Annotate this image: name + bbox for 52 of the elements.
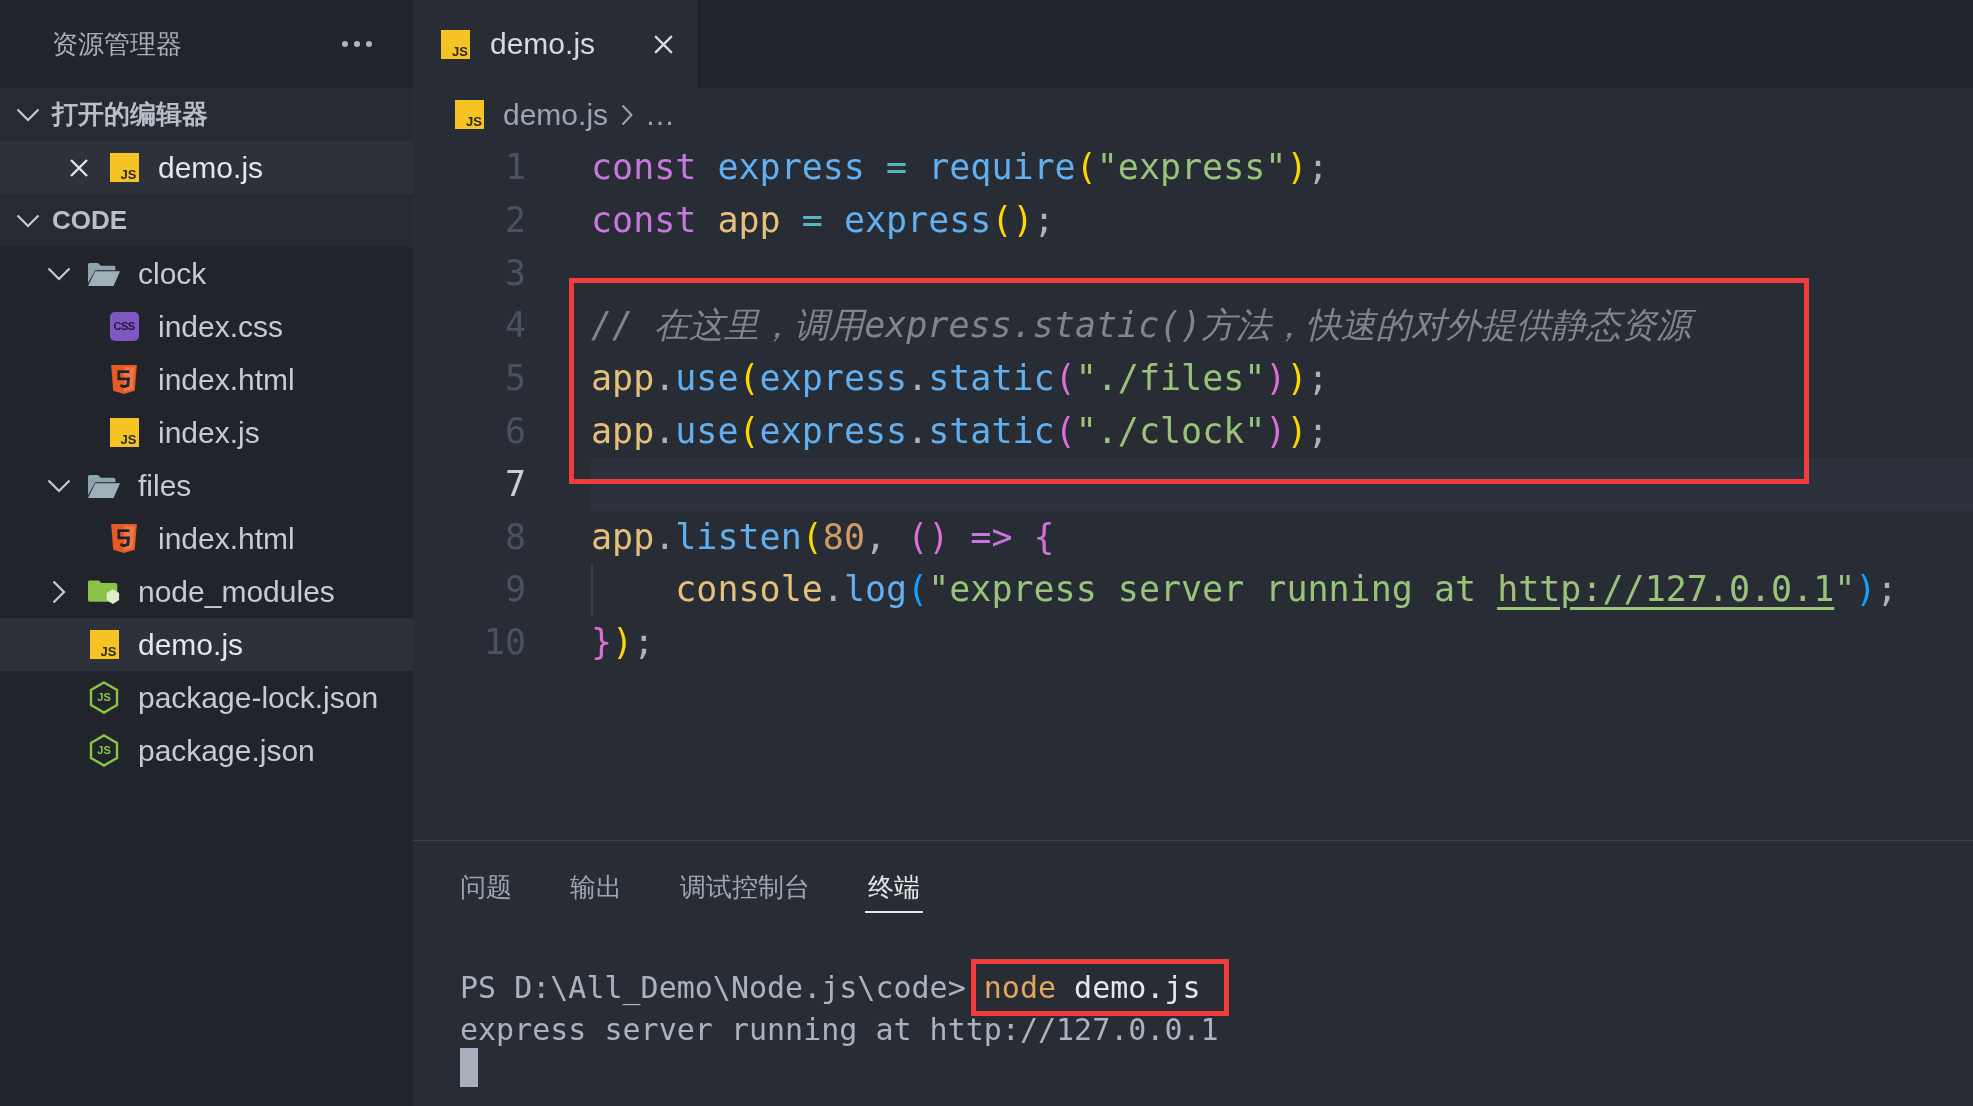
editor-tab[interactable]: JS demo.js (413, 0, 700, 88)
js-file-icon: JS (109, 418, 139, 447)
js-file-icon: JS (441, 29, 470, 59)
code-line: // 在这里，调用express.static()方法，快速的对外提供静态资源 (591, 299, 1700, 353)
close-icon[interactable] (653, 33, 675, 55)
js-file-icon: JS (455, 100, 484, 129)
code-line: app.use(express.static("./clock")); (591, 410, 1330, 453)
section-header[interactable]: 打开的编辑器 (0, 88, 413, 141)
close-icon[interactable] (69, 157, 89, 178)
file-tree-item[interactable]: index.html (0, 353, 413, 406)
breadcrumb-item[interactable]: JS demo.js (455, 97, 609, 132)
terminal-prompt: PS D:\All_Demo\Node.js\code> (460, 969, 966, 1008)
code-line: const app = express(); (591, 198, 1056, 242)
panel-tab[interactable]: 问题 (457, 841, 515, 913)
file-tree-item[interactable]: JS package.json (0, 724, 413, 777)
panel-tab[interactable]: 输出 (567, 841, 625, 913)
html-file-icon (111, 524, 137, 553)
code-line: app.listen(80, () => { (591, 515, 1056, 559)
sidebar-title: 资源管理器 (52, 27, 182, 61)
folder-tree-item[interactable]: files (0, 459, 413, 512)
folder-hexagon-icon (88, 578, 120, 605)
terminal-command: node demo.js (983, 969, 1201, 1007)
code-line: const express = require("express"); (591, 146, 1330, 189)
html-file-icon (111, 365, 137, 394)
terminal-output: express server running at http://127.0.0.1 (460, 1010, 1219, 1049)
js-hexagon-icon: JS (89, 681, 119, 714)
open-editor-item[interactable]: JS demo.js (0, 141, 413, 194)
breadcrumb-item[interactable]: … (645, 97, 676, 132)
line-number: 7 (503, 462, 527, 506)
chevron-right-icon (621, 103, 634, 126)
code-line: app.use(express.static("./files")); (591, 357, 1330, 401)
section-header[interactable]: CODE (0, 194, 413, 247)
folder-icon (88, 472, 120, 499)
folder-tree-item[interactable]: node_modules (0, 565, 413, 618)
file-tree-item[interactable]: index.html (0, 512, 413, 565)
file-tree-item[interactable]: CSS index.css (0, 300, 413, 353)
folder-icon (88, 260, 120, 287)
folder-tree-item[interactable]: clock (0, 247, 413, 300)
js-file-icon: JS (109, 153, 139, 182)
file-tree-item[interactable]: JS demo.js (0, 618, 413, 671)
css-file-icon: CSS (109, 312, 139, 341)
url-link[interactable]: http://127.0.0.1 (1497, 569, 1835, 610)
panel-tab[interactable]: 调试控制台 (677, 841, 813, 913)
file-tree-item[interactable]: JS index.js (0, 406, 413, 459)
code-line: }); (591, 621, 656, 665)
panel-tab[interactable]: 终端 (865, 841, 923, 913)
more-icon[interactable] (342, 41, 372, 47)
js-hexagon-icon: JS (89, 734, 119, 767)
terminal-cursor (460, 1048, 478, 1087)
js-file-icon: JS (89, 630, 119, 659)
code-line: console.log("express server running at http://127.0.0.1"); (675, 568, 1899, 612)
file-tree-item[interactable]: JS package-lock.json (0, 671, 413, 724)
